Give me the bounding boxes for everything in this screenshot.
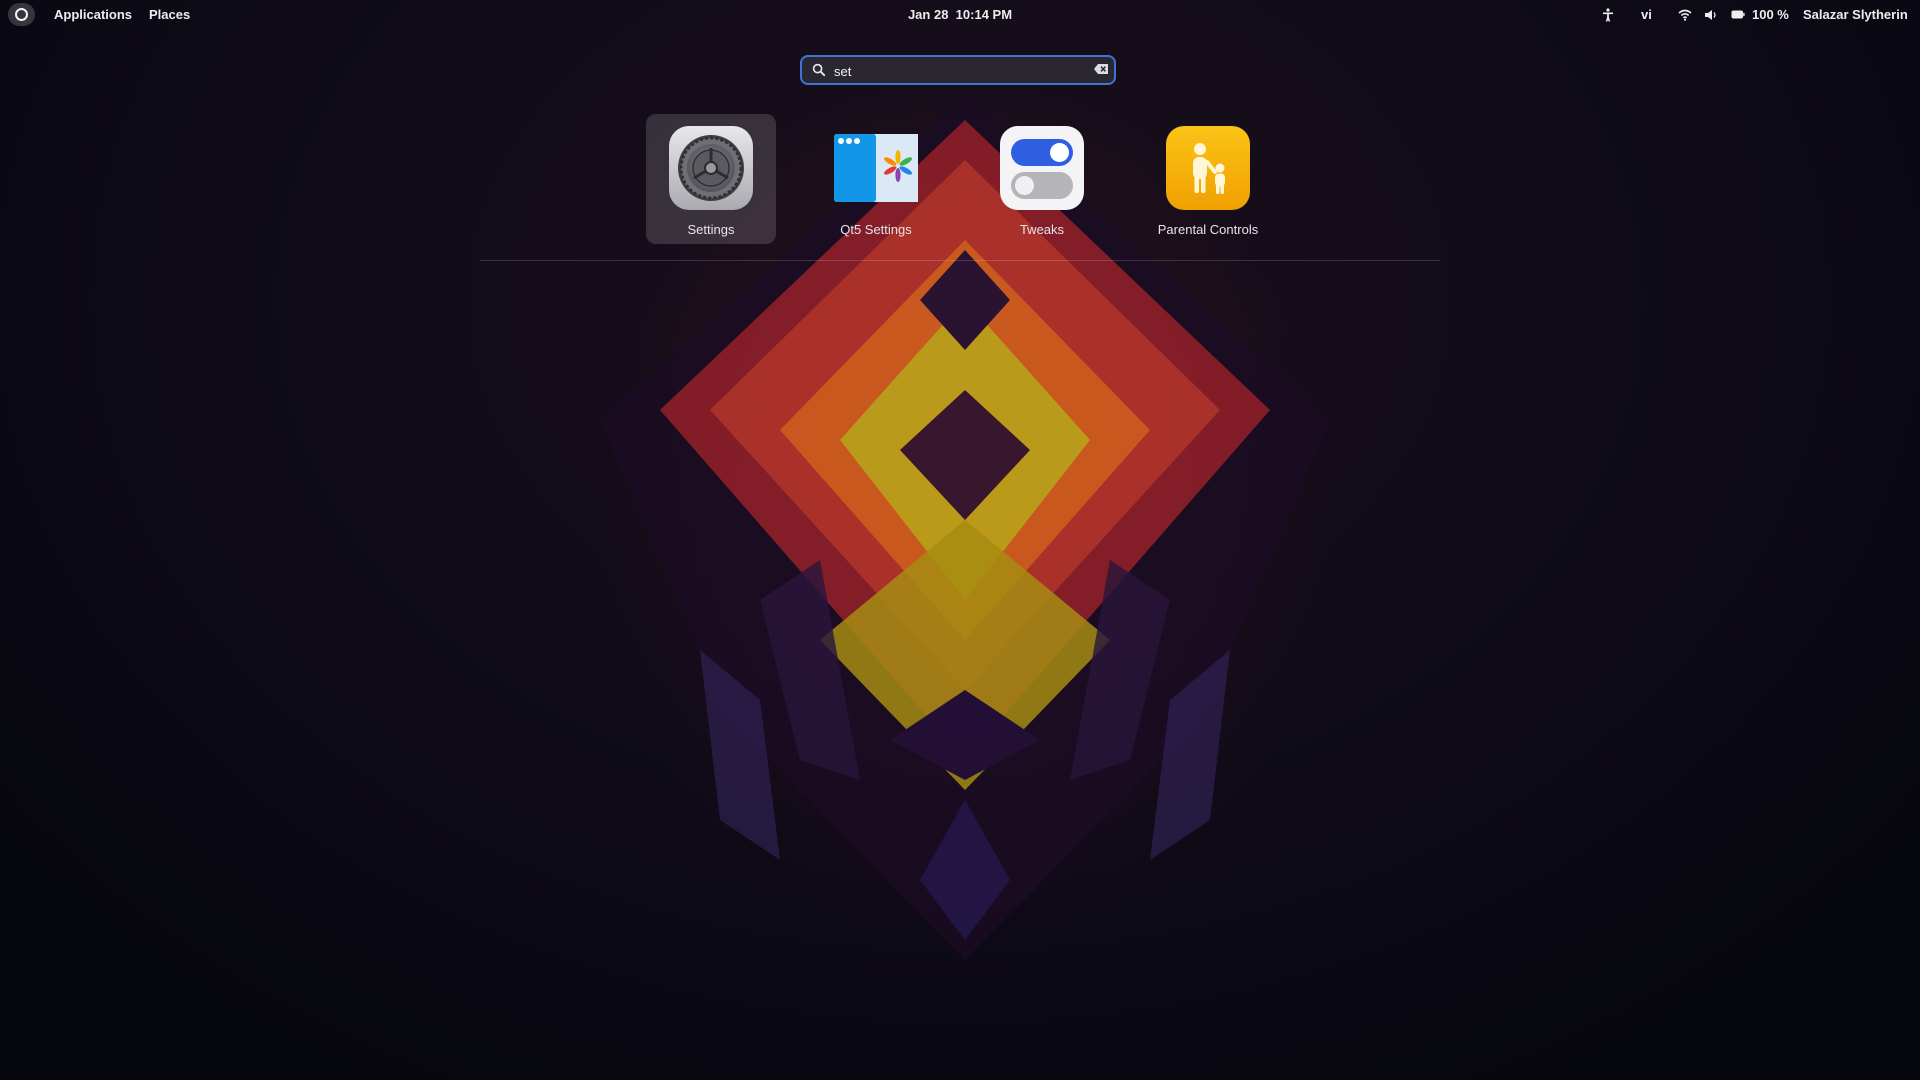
qt5-settings-icon xyxy=(834,134,918,202)
battery-percentage[interactable]: 100 % xyxy=(1752,7,1789,22)
places-menu[interactable]: Places xyxy=(149,7,190,22)
wifi-icon[interactable] xyxy=(1678,4,1692,25)
result-label: Tweaks xyxy=(1019,222,1065,237)
time-label: 10:14 PM xyxy=(955,7,1013,22)
clear-search-icon[interactable] xyxy=(1094,64,1108,74)
applications-menu[interactable]: Applications xyxy=(54,7,132,22)
user-name[interactable]: Salazar Slytherin xyxy=(1803,7,1908,22)
tweaks-toggle-icon xyxy=(1000,126,1084,210)
result-label: Qt5 Settings xyxy=(840,222,912,237)
search-icon xyxy=(812,63,826,77)
battery-icon[interactable] xyxy=(1731,4,1745,25)
search-field[interactable] xyxy=(800,55,1116,85)
accessibility-icon[interactable] xyxy=(1602,4,1614,25)
search-input[interactable] xyxy=(832,60,1076,82)
date-time[interactable]: Jan 28 10:14 PM xyxy=(0,7,1920,22)
results-divider xyxy=(480,260,1440,261)
result-qt5-settings[interactable]: Qt5 Settings xyxy=(811,114,941,244)
activities-button[interactable] xyxy=(8,3,35,26)
settings-gear-icon xyxy=(669,126,753,210)
wallpaper-artwork xyxy=(600,95,1330,960)
result-label: Settings xyxy=(687,222,735,237)
top-bar: Applications Places Jan 28 10:14 PM vi 1… xyxy=(0,0,1920,29)
result-settings[interactable]: Settings xyxy=(646,114,776,244)
parental-controls-icon xyxy=(1166,126,1250,210)
keyboard-layout-indicator[interactable]: vi xyxy=(1641,7,1652,22)
date-label: Jan 28 xyxy=(907,7,949,22)
result-tweaks[interactable]: Tweaks xyxy=(977,114,1107,244)
result-parental-controls[interactable]: Parental Controls xyxy=(1143,114,1273,244)
volume-icon[interactable] xyxy=(1704,4,1718,25)
activities-icon xyxy=(15,8,28,21)
desktop-background: Applications Places Jan 28 10:14 PM vi 1… xyxy=(0,0,1920,1080)
result-label: Parental Controls xyxy=(1157,222,1259,237)
